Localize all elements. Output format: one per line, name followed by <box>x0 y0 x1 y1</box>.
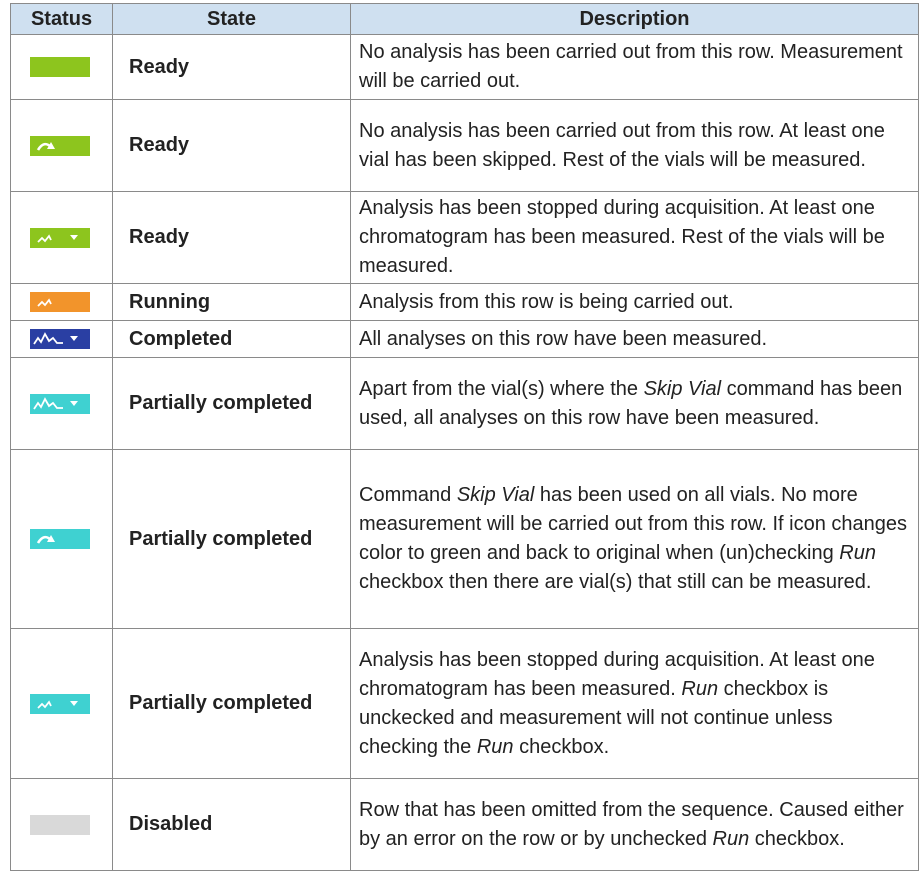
state-cell: Partially completed <box>112 357 351 450</box>
status-cell <box>10 449 113 629</box>
status-cell <box>10 320 113 358</box>
description-cell: Row that has been omitted from the seque… <box>350 778 919 871</box>
skip-arrow-icon <box>30 135 90 156</box>
table-row: Ready No analysis has been carried out f… <box>10 99 919 192</box>
state-cell: Disabled <box>112 778 351 871</box>
skip-arrow-icon <box>30 529 90 550</box>
table-row: Ready No analysis has been carried out f… <box>10 34 919 100</box>
description-cell: All analyses on this row have been measu… <box>350 320 919 358</box>
disabled-plain-icon <box>30 814 90 835</box>
description-cell: Command Skip Vial has been used on all v… <box>350 449 919 629</box>
description-cell: Apart from the vial(s) where the Skip Vi… <box>350 357 919 450</box>
status-table: Status State Description Ready No analys… <box>10 3 919 871</box>
completed-chromatogram-icon <box>30 329 90 350</box>
table-row: Partially completed Apart from the vial(… <box>10 357 919 450</box>
ready-plain-icon <box>30 57 90 78</box>
description-cell: No analysis has been carried out from th… <box>350 99 919 192</box>
state-cell: Partially completed <box>112 628 351 779</box>
stopped-peak-dropdown-icon <box>30 693 90 714</box>
table-row: Running Analysis from this row is being … <box>10 283 919 321</box>
description-cell: Analysis from this row is being carried … <box>350 283 919 321</box>
table-row: Ready Analysis has been stopped during a… <box>10 191 919 284</box>
description-cell: No analysis has been carried out from th… <box>350 34 919 100</box>
table-row: Completed All analyses on this row have … <box>10 320 919 358</box>
description-cell: Analysis has been stopped during acquisi… <box>350 191 919 284</box>
status-cell <box>10 357 113 450</box>
state-cell: Ready <box>112 34 351 100</box>
status-cell <box>10 778 113 871</box>
state-cell: Running <box>112 283 351 321</box>
state-cell: Partially completed <box>112 449 351 629</box>
table-row: Partially completed Analysis has been st… <box>10 628 919 779</box>
status-cell <box>10 191 113 284</box>
status-cell <box>10 283 113 321</box>
state-cell: Ready <box>112 191 351 284</box>
state-header: State <box>112 3 351 35</box>
table-row: Disabled Row that has been omitted from … <box>10 778 919 871</box>
status-cell <box>10 99 113 192</box>
state-cell: Ready <box>112 99 351 192</box>
running-peak-icon <box>30 292 90 313</box>
status-cell <box>10 628 113 779</box>
stopped-peak-dropdown-icon <box>30 227 90 248</box>
table-row: Partially completed Command Skip Vial ha… <box>10 449 919 629</box>
status-header: Status <box>10 3 113 35</box>
description-header: Description <box>350 3 919 35</box>
state-cell: Completed <box>112 320 351 358</box>
status-cell <box>10 34 113 100</box>
description-cell: Analysis has been stopped during acquisi… <box>350 628 919 779</box>
partial-chromatogram-icon <box>30 393 90 414</box>
header-row: Status State Description <box>10 3 919 35</box>
